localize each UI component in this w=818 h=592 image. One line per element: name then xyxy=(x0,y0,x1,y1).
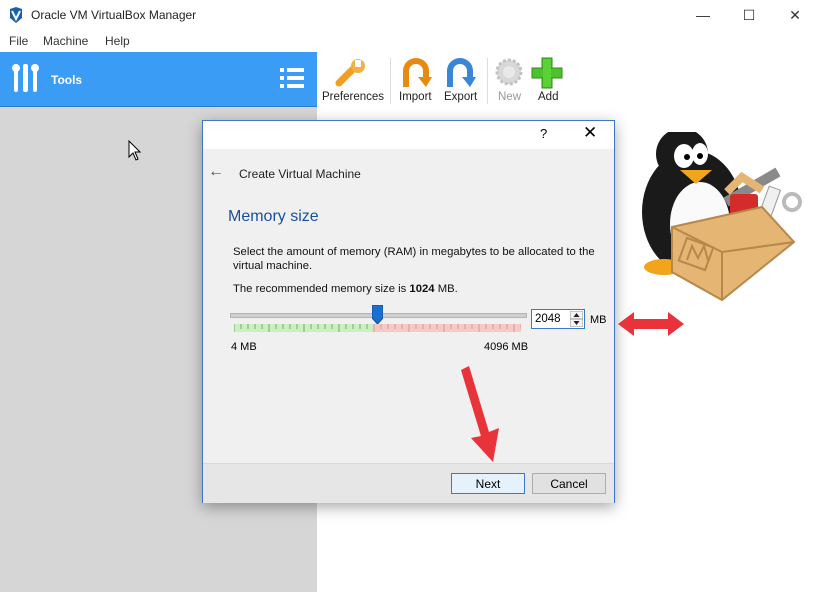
annotation-arrow-icon xyxy=(461,366,499,462)
memory-description: Select the amount of memory (RAM) in meg… xyxy=(233,246,595,272)
mouse-cursor-icon xyxy=(128,140,142,161)
maximize-button[interactable]: ☐ xyxy=(726,0,772,31)
virtualbox-logo-icon xyxy=(10,7,22,23)
preferences-icon[interactable] xyxy=(333,57,369,91)
toolbar-separator xyxy=(390,58,391,104)
slider-max-label: 4096 MB xyxy=(484,341,529,353)
menu-machine[interactable]: Machine xyxy=(43,34,88,48)
section-title: Memory size xyxy=(228,208,319,225)
dialog-heading: Create Virtual Machine xyxy=(239,167,361,181)
memory-slider-handle[interactable] xyxy=(372,305,384,324)
toolbar-separator xyxy=(487,58,488,104)
list-menu-icon[interactable] xyxy=(280,67,304,89)
memory-unit-label: MB xyxy=(590,314,607,326)
preferences-label[interactable]: Preferences xyxy=(322,91,384,103)
menu-help[interactable]: Help xyxy=(105,34,130,48)
back-arrow-icon[interactable]: ← xyxy=(208,163,224,181)
export-label[interactable]: Export xyxy=(444,91,477,103)
new-label[interactable]: New xyxy=(498,91,521,103)
tools-item[interactable] xyxy=(0,52,317,107)
close-window-button[interactable]: ✕ xyxy=(772,0,818,31)
window-title: Oracle VM VirtualBox Manager xyxy=(31,8,197,22)
recommend-value: 1024 xyxy=(409,283,435,295)
dialog-close-button[interactable]: ✕ xyxy=(583,123,597,143)
bottom-strip xyxy=(317,580,818,592)
new-icon[interactable] xyxy=(494,57,524,87)
dialog-help-button[interactable]: ? xyxy=(540,126,547,141)
import-icon[interactable] xyxy=(400,57,432,89)
annotation-arrow-icon xyxy=(618,312,684,336)
recommended-memory-text: The recommended memory size is 1024 MB. xyxy=(233,283,458,295)
cancel-button[interactable]: Cancel xyxy=(532,473,606,494)
dialog-title-bar xyxy=(203,121,614,149)
recommend-prefix: The recommended memory size is xyxy=(233,283,410,295)
add-label[interactable]: Add xyxy=(538,91,558,103)
slider-min-label: 4 MB xyxy=(231,341,257,353)
import-label[interactable]: Import xyxy=(399,91,432,103)
next-button[interactable]: Next xyxy=(451,473,525,494)
minimize-button[interactable]: — xyxy=(680,0,726,31)
tools-icon xyxy=(12,64,39,92)
spin-down-icon[interactable] xyxy=(570,319,583,327)
menu-file[interactable]: File xyxy=(9,34,28,48)
memory-spinbox-value[interactable]: 2048 xyxy=(535,313,561,325)
export-icon[interactable] xyxy=(444,57,476,89)
recommend-suffix: MB. xyxy=(434,283,458,295)
tools-label: Tools xyxy=(51,73,83,87)
slider-ticks xyxy=(234,324,521,332)
spin-up-icon[interactable] xyxy=(570,311,583,319)
add-icon[interactable] xyxy=(531,57,563,89)
penguin-mascot-image xyxy=(642,132,802,302)
